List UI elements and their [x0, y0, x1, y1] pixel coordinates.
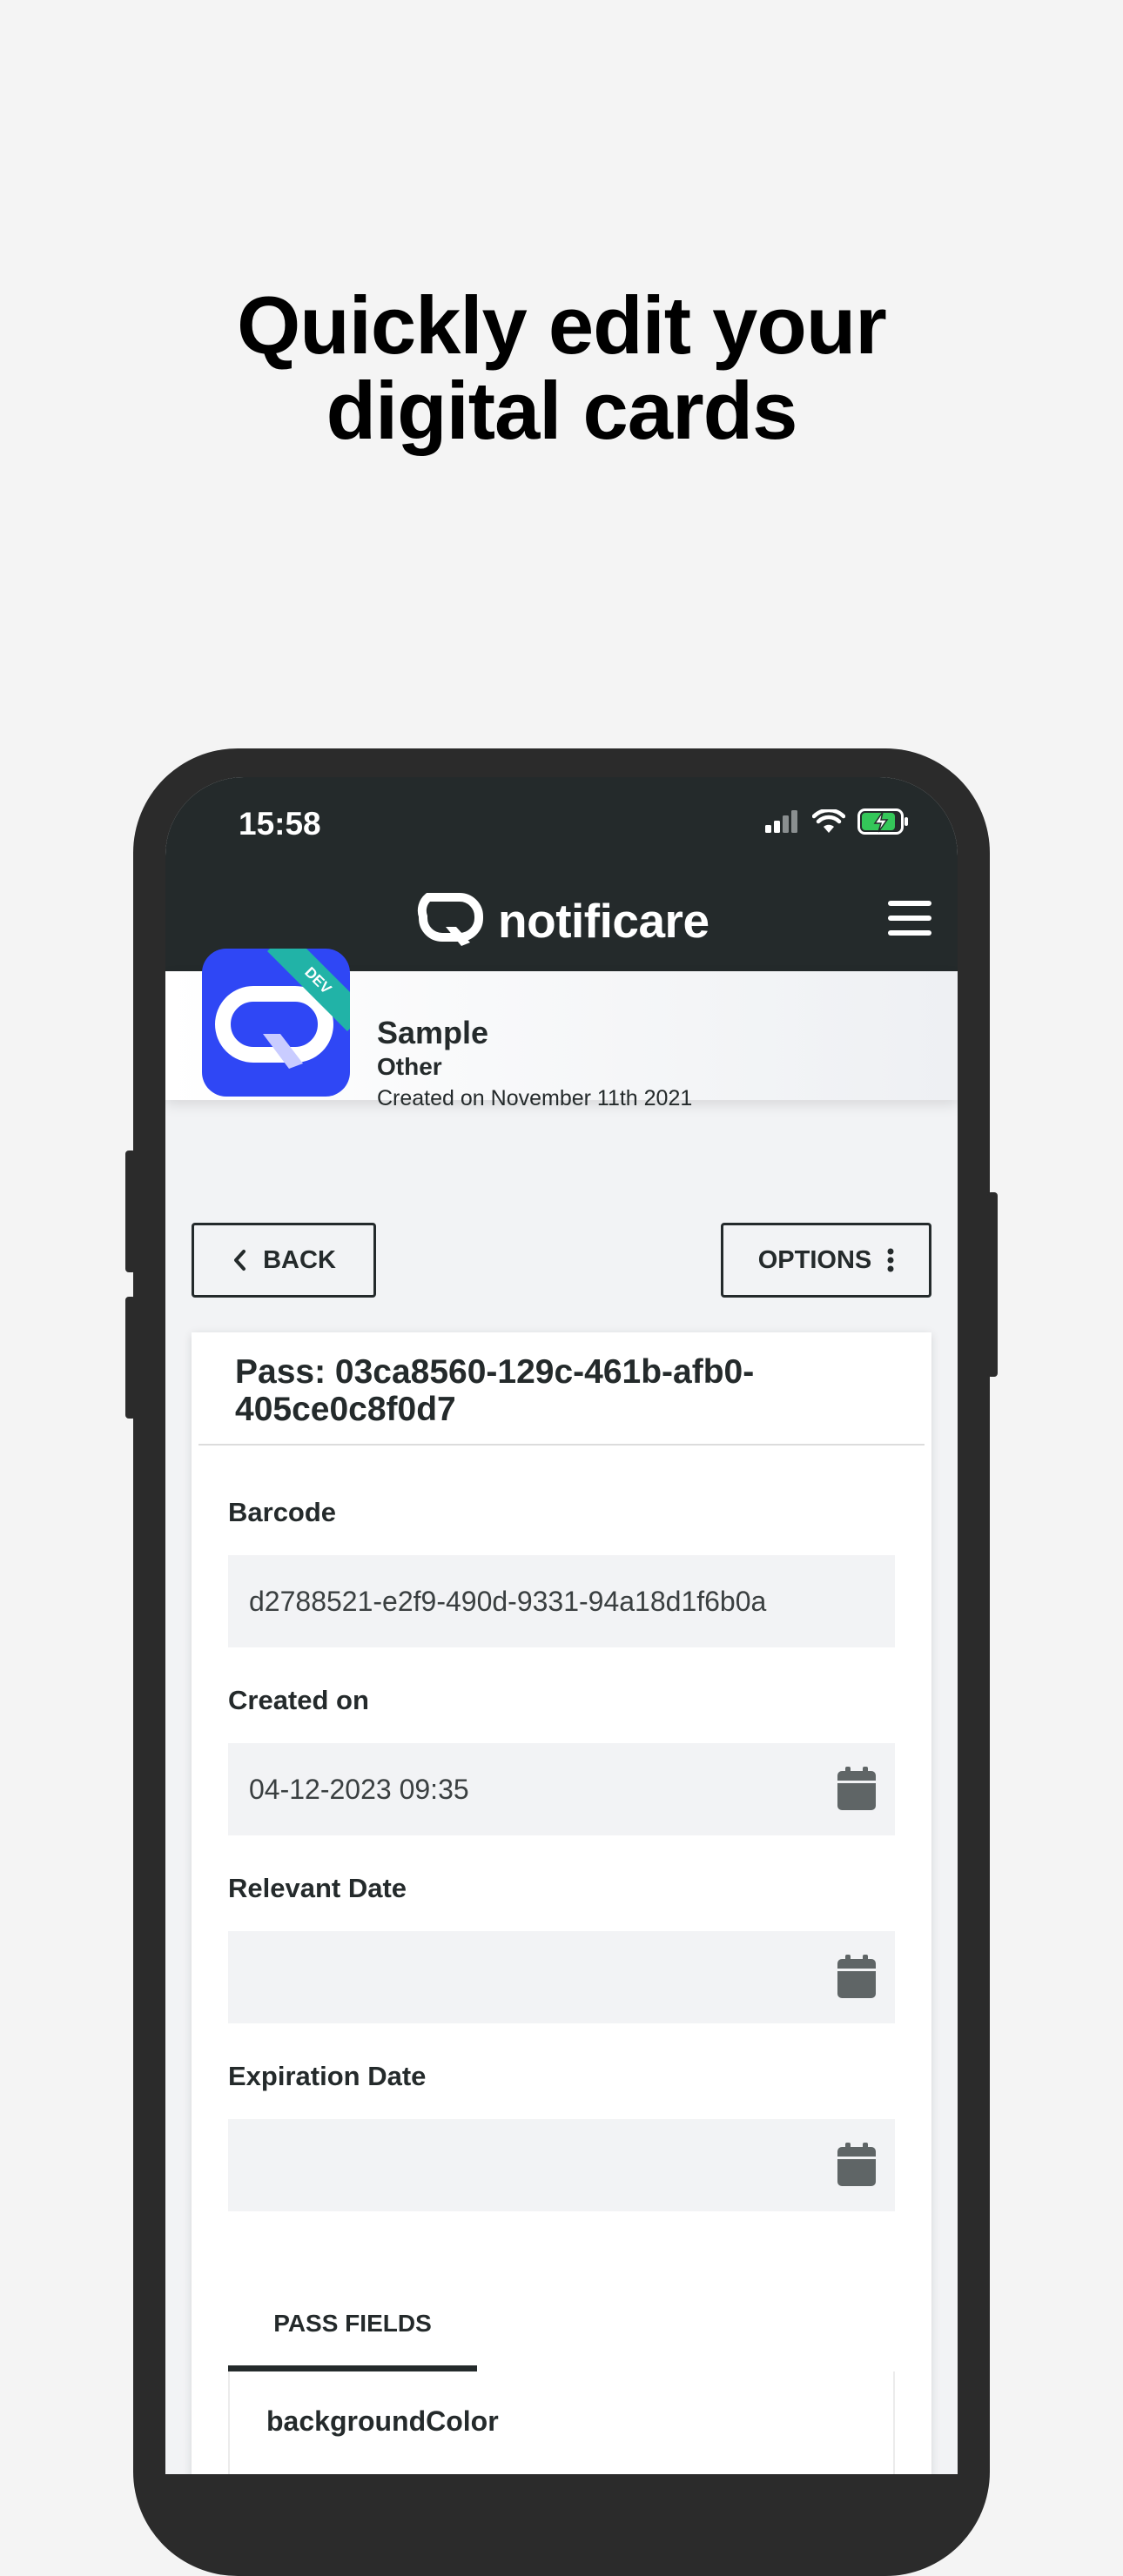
relevant-date-label: Relevant Date	[228, 1873, 407, 1903]
app-created-date: Created on November 11th 2021	[377, 1086, 693, 1110]
barcode-input[interactable]: d2788521-e2f9-490d-9331-94a18d1f6b0a	[228, 1555, 895, 1647]
app-category: Other	[377, 1053, 442, 1080]
hamburger-icon-bar	[888, 901, 931, 906]
app-icon: DEV	[202, 949, 350, 1097]
chevron-left-icon	[234, 1250, 246, 1271]
expiration-date-label: Expiration Date	[228, 2061, 427, 2091]
app-header: DEV Sample Other Created on November 11t…	[165, 949, 958, 1110]
created-on-input[interactable]: 04-12-2023 09:35	[228, 1743, 895, 1835]
app-name: Sample	[377, 1015, 489, 1050]
tab-pass-fields[interactable]: PASS FIELDS	[228, 2298, 477, 2371]
back-button[interactable]: BACK	[192, 1223, 376, 1298]
pass-field-label: backgroundColor	[266, 2405, 499, 2437]
phone-power-button	[987, 1192, 998, 1377]
divider	[198, 1444, 925, 1446]
brand[interactable]: notificare	[416, 892, 709, 949]
menu-button[interactable]	[888, 901, 931, 939]
brand-name: notificare	[498, 894, 709, 948]
headline-line-1: Quickly edit your	[237, 279, 887, 371]
phone-volume-down-button	[125, 1297, 136, 1419]
calendar-icon[interactable]	[837, 1955, 876, 1998]
status-time: 15:58	[239, 806, 321, 842]
options-button-label: OPTIONS	[757, 1245, 872, 1274]
created-on-value: 04-12-2023 09:35	[249, 1773, 469, 1805]
phone-volume-up-button	[125, 1150, 136, 1272]
back-button-label: BACK	[263, 1245, 336, 1274]
barcode-value: d2788521-e2f9-490d-9331-94a18d1f6b0a	[249, 1585, 767, 1617]
hamburger-icon-bar	[888, 930, 931, 936]
options-button[interactable]: OPTIONS	[721, 1223, 931, 1298]
status-icons	[765, 808, 910, 835]
status-bar: 15:58	[165, 777, 958, 873]
wifi-icon	[812, 809, 845, 833]
calendar-icon[interactable]	[837, 1767, 876, 1810]
notificare-logo-icon	[417, 893, 483, 946]
hamburger-icon-bar	[888, 916, 931, 921]
battery-charging-icon	[857, 808, 908, 835]
more-vertical-icon	[887, 1248, 894, 1272]
created-on-label: Created on	[228, 1685, 369, 1715]
relevant-date-input[interactable]	[228, 1931, 895, 2023]
headline-line-2: digital cards	[326, 365, 798, 456]
pass-card: Pass: 03ca8560-129c-461b-afb0-405ce0c8f0…	[192, 1332, 931, 2474]
cellular-signal-icon	[765, 810, 797, 833]
headline: Quickly edit your digital cards	[0, 283, 1123, 453]
expiration-date-input[interactable]	[228, 2119, 895, 2211]
phone-screen: 15:58 notificare DEV Sample Other Create…	[165, 777, 958, 2474]
pass-title: Pass: 03ca8560-129c-461b-afb0-405ce0c8f0…	[235, 1353, 755, 1428]
calendar-icon[interactable]	[837, 2143, 876, 2186]
barcode-label: Barcode	[228, 1497, 337, 1527]
